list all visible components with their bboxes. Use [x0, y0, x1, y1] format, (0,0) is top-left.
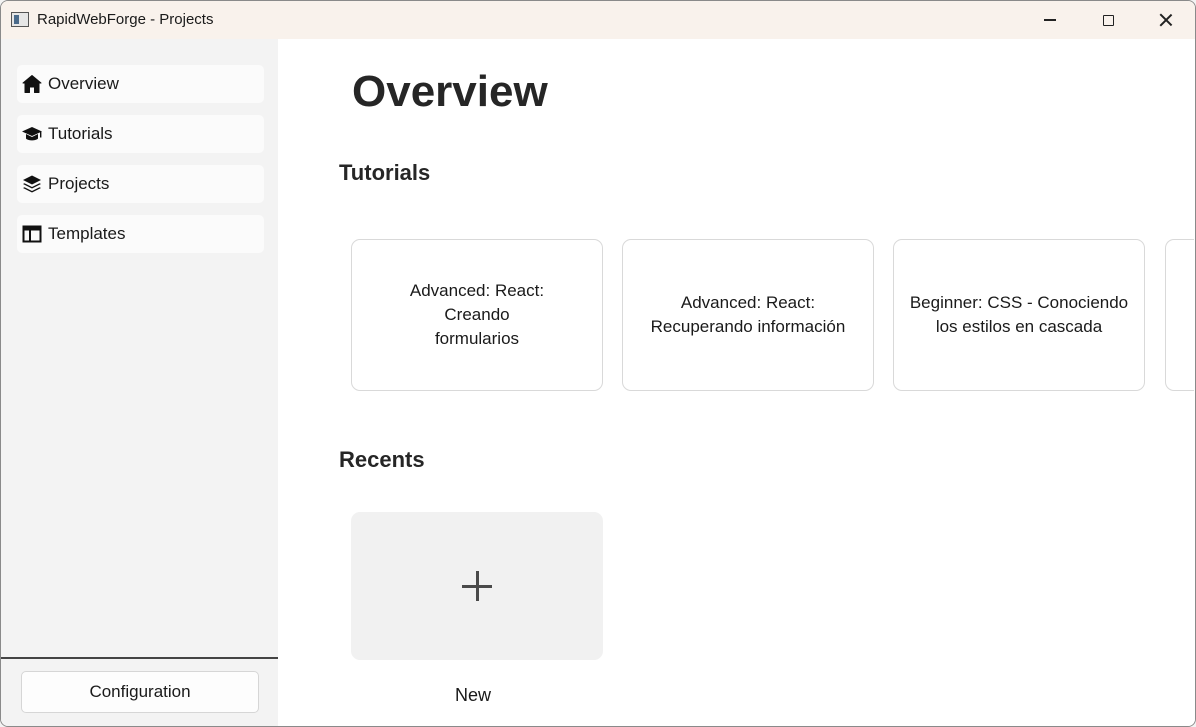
maximize-button[interactable] — [1079, 1, 1137, 39]
close-button[interactable] — [1137, 1, 1195, 39]
new-project-label: New — [454, 685, 491, 705]
tutorial-card-partial[interactable] — [1165, 239, 1194, 391]
sidebar-item-projects[interactable]: Projects — [17, 165, 264, 203]
recents-heading: Recents — [339, 447, 425, 472]
app-icon — [11, 12, 29, 27]
sidebar-item-label: Projects — [48, 174, 110, 193]
layers-icon — [22, 174, 42, 194]
sidebar: Overview Tutorials Projects Templates Co… — [1, 39, 278, 726]
table-icon — [22, 224, 42, 244]
page-title: Overview — [352, 67, 548, 116]
configuration-button[interactable]: Configuration — [21, 671, 259, 713]
plus-icon — [462, 571, 492, 601]
graduation-cap-icon — [22, 124, 42, 144]
tutorial-card-title: Beginner: CSS - Conociendo los estilos e… — [909, 293, 1129, 336]
sidebar-item-overview[interactable]: Overview — [17, 65, 264, 103]
tutorial-card[interactable]: Advanced: React: Recuperando información — [622, 239, 874, 391]
title-bar[interactable]: RapidWebForge - Projects — [1, 1, 1195, 39]
home-icon — [22, 74, 42, 94]
tutorial-card-title: Advanced: React: Recuperando información — [650, 293, 846, 336]
sidebar-item-label: Overview — [48, 74, 119, 93]
tutorials-heading: Tutorials — [339, 160, 431, 185]
tutorial-card[interactable]: Advanced: React: Creando formularios — [351, 239, 603, 391]
maximize-icon — [1102, 14, 1114, 26]
app-window: RapidWebForge - Projects Overview Tutori… — [0, 0, 1196, 727]
minimize-icon — [1044, 19, 1056, 21]
sidebar-item-label: Templates — [48, 224, 126, 243]
close-icon — [1159, 13, 1173, 27]
main-content: Overview Tutorials Advanced: React: Crea… — [278, 39, 1195, 726]
window-title: RapidWebForge - Projects — [37, 11, 214, 28]
minimize-button[interactable] — [1021, 1, 1079, 39]
sidebar-divider — [1, 657, 278, 659]
tutorial-card[interactable]: Beginner: CSS - Conociendo los estilos e… — [893, 239, 1145, 391]
sidebar-item-label: Tutorials — [48, 124, 113, 143]
sidebar-item-templates[interactable]: Templates — [17, 215, 264, 253]
tutorial-card-title: Advanced: React: Creando formularios — [409, 281, 545, 348]
sidebar-item-tutorials[interactable]: Tutorials — [17, 115, 264, 153]
new-project-tile[interactable] — [351, 512, 603, 660]
